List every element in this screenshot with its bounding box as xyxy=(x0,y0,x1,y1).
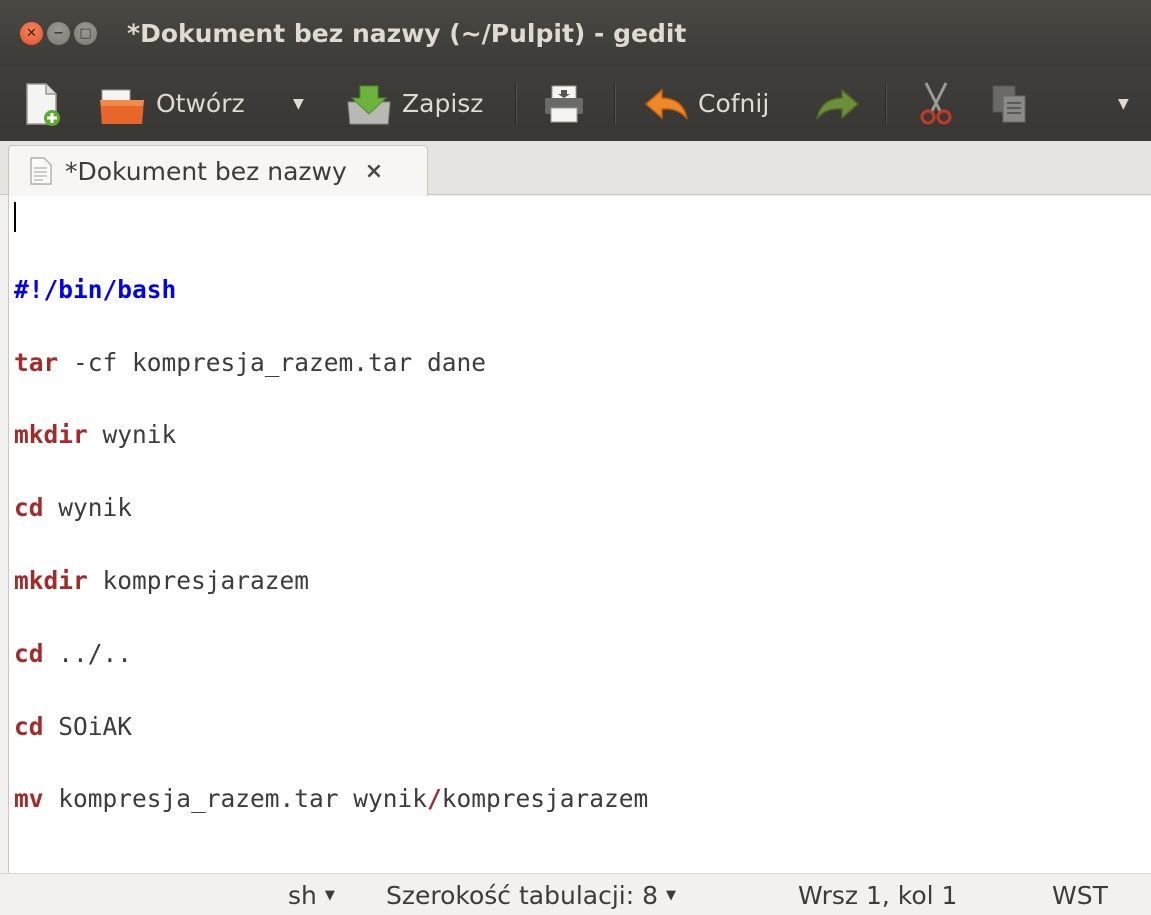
text-document-icon xyxy=(30,157,52,185)
maximize-window-button[interactable]: □ xyxy=(74,21,97,45)
copy-button[interactable] xyxy=(990,66,1030,141)
new-document-icon xyxy=(26,82,60,126)
tab-width-label: Szerokość tabulacji: 8 xyxy=(386,880,659,910)
toolbar-separator xyxy=(515,84,516,124)
toolbar: Otwórz ▼ Zapisz Cofnij ▼ xyxy=(0,66,1151,141)
code-line: #!/bin/bash xyxy=(14,274,177,304)
cut-button[interactable] xyxy=(916,66,956,141)
tab-label: *Dokument bez nazwy xyxy=(65,156,347,186)
printer-icon xyxy=(545,85,583,122)
chevron-down-icon: ▼ xyxy=(293,95,304,112)
save-label: Zapisz xyxy=(402,89,484,118)
redo-icon xyxy=(816,87,860,120)
window-title: *Dokument bez nazwy (~/Pulpit) - gedit xyxy=(127,18,687,48)
chevron-down-icon: ▼ xyxy=(666,887,677,903)
scissors-icon xyxy=(920,81,952,124)
code-line: cd ../.. xyxy=(14,638,133,668)
toolbar-separator xyxy=(614,84,615,124)
text-editor[interactable]: #!/bin/bash tar -cf kompresja_razem.tar … xyxy=(8,196,1151,873)
tab-bar: *Dokument bez nazwy × xyxy=(0,141,1151,196)
code-line: tar -cf kompresja_razem.tar dane xyxy=(14,347,487,377)
recent-files-dropdown[interactable]: ▼ xyxy=(293,66,304,141)
code-line: cd wynik xyxy=(14,493,133,523)
open-folder-icon xyxy=(100,89,144,124)
print-button[interactable] xyxy=(542,66,586,141)
undo-button[interactable]: Cofnij xyxy=(644,66,769,141)
cursor-position: Wrsz 1, kol 1 xyxy=(798,880,958,910)
chevron-down-icon: ▼ xyxy=(1118,95,1129,112)
save-button[interactable]: Zapisz xyxy=(344,66,483,141)
language-selector[interactable]: sh ▼ xyxy=(288,874,335,915)
code-line: mkdir wynik xyxy=(14,420,177,450)
code-line: mkdir kompresjarazem xyxy=(14,566,310,595)
new-document-button[interactable] xyxy=(24,66,60,141)
tab-width-selector[interactable]: Szerokość tabulacji: 8 ▼ xyxy=(386,874,676,915)
chevron-down-icon: ▼ xyxy=(324,887,335,903)
copy-icon xyxy=(992,85,1026,122)
open-label: Otwórz xyxy=(156,89,245,118)
text-cursor xyxy=(14,202,16,232)
redo-button[interactable] xyxy=(814,66,860,141)
language-label: sh xyxy=(288,880,317,910)
save-icon xyxy=(347,85,391,124)
close-window-button[interactable]: ✕ xyxy=(20,21,43,45)
code-line: mv kompresja_razem.tar wynik/kompresjara… xyxy=(14,784,649,814)
undo-label: Cofnij xyxy=(698,89,770,118)
minimize-window-button[interactable]: − xyxy=(47,21,70,45)
title-bar: ✕ − □ *Dokument bez nazwy (~/Pulpit) - g… xyxy=(0,0,1151,66)
window-controls: ✕ − □ xyxy=(20,21,97,45)
toolbar-overflow-dropdown[interactable]: ▼ xyxy=(1118,66,1129,141)
insert-mode-indicator: WST xyxy=(1052,880,1108,910)
undo-icon xyxy=(644,87,688,120)
toolbar-separator xyxy=(885,84,886,124)
tab-document[interactable]: *Dokument bez nazwy × xyxy=(8,145,428,196)
close-tab-icon[interactable]: × xyxy=(365,159,383,184)
status-bar: sh ▼ Szerokość tabulacji: 8 ▼ Wrsz 1, ko… xyxy=(0,873,1151,915)
open-button[interactable]: Otwórz xyxy=(98,66,245,141)
code-line: cd SOiAK xyxy=(14,711,133,741)
